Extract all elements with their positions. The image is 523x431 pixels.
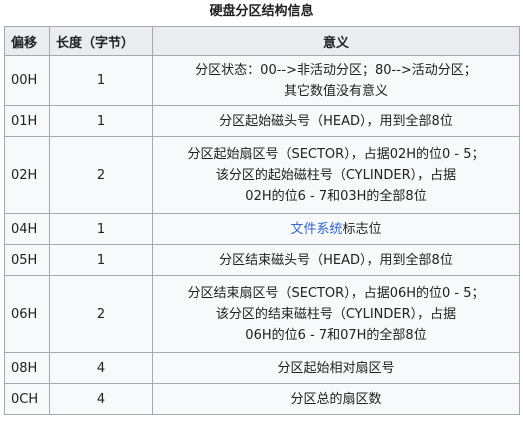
offset-cell: 06H xyxy=(4,275,50,353)
meaning-cell: 分区起始相对扇区号 xyxy=(152,352,520,384)
meaning-line: 分区状态：00-->非活动分区；80-->活动分区； xyxy=(195,62,477,78)
length-cell: 1 xyxy=(49,244,153,276)
table-row: 0CH 4 分区总的扇区数 xyxy=(4,383,520,415)
table-caption: 硬盘分区结构信息 xyxy=(209,4,314,19)
meaning-line: 分区起始扇区号（SECTOR），占据02H的位0 - 5； xyxy=(187,146,485,162)
meaning-line: 该分区的起始磁柱号（CYLINDER），占据 xyxy=(215,167,457,183)
meaning-cell: 分区状态：00-->非活动分区；80-->活动分区； 其它数值没有意义 xyxy=(152,55,520,106)
partition-structure-table: 偏移 长度（字节） 意义 00H 1 分区状态：00-->非活动分区；80-->… xyxy=(4,26,520,415)
length-cell: 4 xyxy=(49,383,153,415)
meaning-cell: 分区结束扇区号（SECTOR），占据06H的位0 - 5； 该分区的结束磁柱号（… xyxy=(152,275,520,353)
meaning-cell: 分区总的扇区数 xyxy=(152,383,520,415)
meaning-line: 06H的位6 - 7和07H的全部8位 xyxy=(245,327,427,343)
meaning-text: 标志位 xyxy=(342,221,382,237)
offset-cell: 05H xyxy=(4,244,50,276)
meaning-line: 分区总的扇区数 xyxy=(290,391,382,407)
header-length: 长度（字节） xyxy=(49,26,153,56)
length-cell: 1 xyxy=(49,213,153,245)
table-row: 02H 2 分区起始扇区号（SECTOR），占据02H的位0 - 5； 该分区的… xyxy=(4,136,520,214)
table-row: 04H 1 文件系统标志位 xyxy=(4,213,520,245)
length-cell: 2 xyxy=(49,275,153,353)
meaning-line: 分区结束扇区号（SECTOR），占据06H的位0 - 5； xyxy=(187,285,485,301)
table-row: 00H 1 分区状态：00-->非活动分区；80-->活动分区； 其它数值没有意… xyxy=(4,55,520,106)
table-row: 05H 1 分区结束磁头号（HEAD），用到全部8位 xyxy=(4,244,520,276)
meaning-line: 其它数值没有意义 xyxy=(283,83,388,99)
file-system-link[interactable]: 文件系统 xyxy=(290,222,342,237)
offset-cell: 00H xyxy=(4,55,50,106)
length-cell: 1 xyxy=(49,55,153,106)
meaning-line: 02H的位6 - 7和03H的全部8位 xyxy=(245,188,427,204)
meaning-cell: 分区结束磁头号（HEAD），用到全部8位 xyxy=(152,244,520,276)
offset-cell: 01H xyxy=(4,105,50,137)
meaning-line: 该分区的结束磁柱号（CYLINDER），占据 xyxy=(215,306,457,322)
offset-cell: 08H xyxy=(4,352,50,384)
length-cell: 4 xyxy=(49,352,153,384)
header-offset: 偏移 xyxy=(4,26,50,56)
meaning-line: 分区结束磁头号（HEAD），用到全部8位 xyxy=(219,252,453,268)
header-row: 偏移 长度（字节） 意义 xyxy=(4,26,520,56)
meaning-cell: 文件系统标志位 xyxy=(152,213,520,245)
table-row: 06H 2 分区结束扇区号（SECTOR），占据06H的位0 - 5； 该分区的… xyxy=(4,275,520,353)
meaning-line: 分区起始相对扇区号 xyxy=(277,360,395,376)
meaning-cell: 分区起始磁头号（HEAD），用到全部8位 xyxy=(152,105,520,137)
header-meaning: 意义 xyxy=(152,26,520,56)
table-row: 01H 1 分区起始磁头号（HEAD），用到全部8位 xyxy=(4,105,520,137)
length-cell: 1 xyxy=(49,105,153,137)
meaning-cell: 分区起始扇区号（SECTOR），占据02H的位0 - 5； 该分区的起始磁柱号（… xyxy=(152,136,520,214)
offset-cell: 02H xyxy=(4,136,50,214)
offset-cell: 04H xyxy=(4,213,50,245)
meaning-line: 分区起始磁头号（HEAD），用到全部8位 xyxy=(219,113,453,129)
length-cell: 2 xyxy=(49,136,153,214)
offset-cell: 0CH xyxy=(4,383,50,415)
table-row: 08H 4 分区起始相对扇区号 xyxy=(4,352,520,384)
